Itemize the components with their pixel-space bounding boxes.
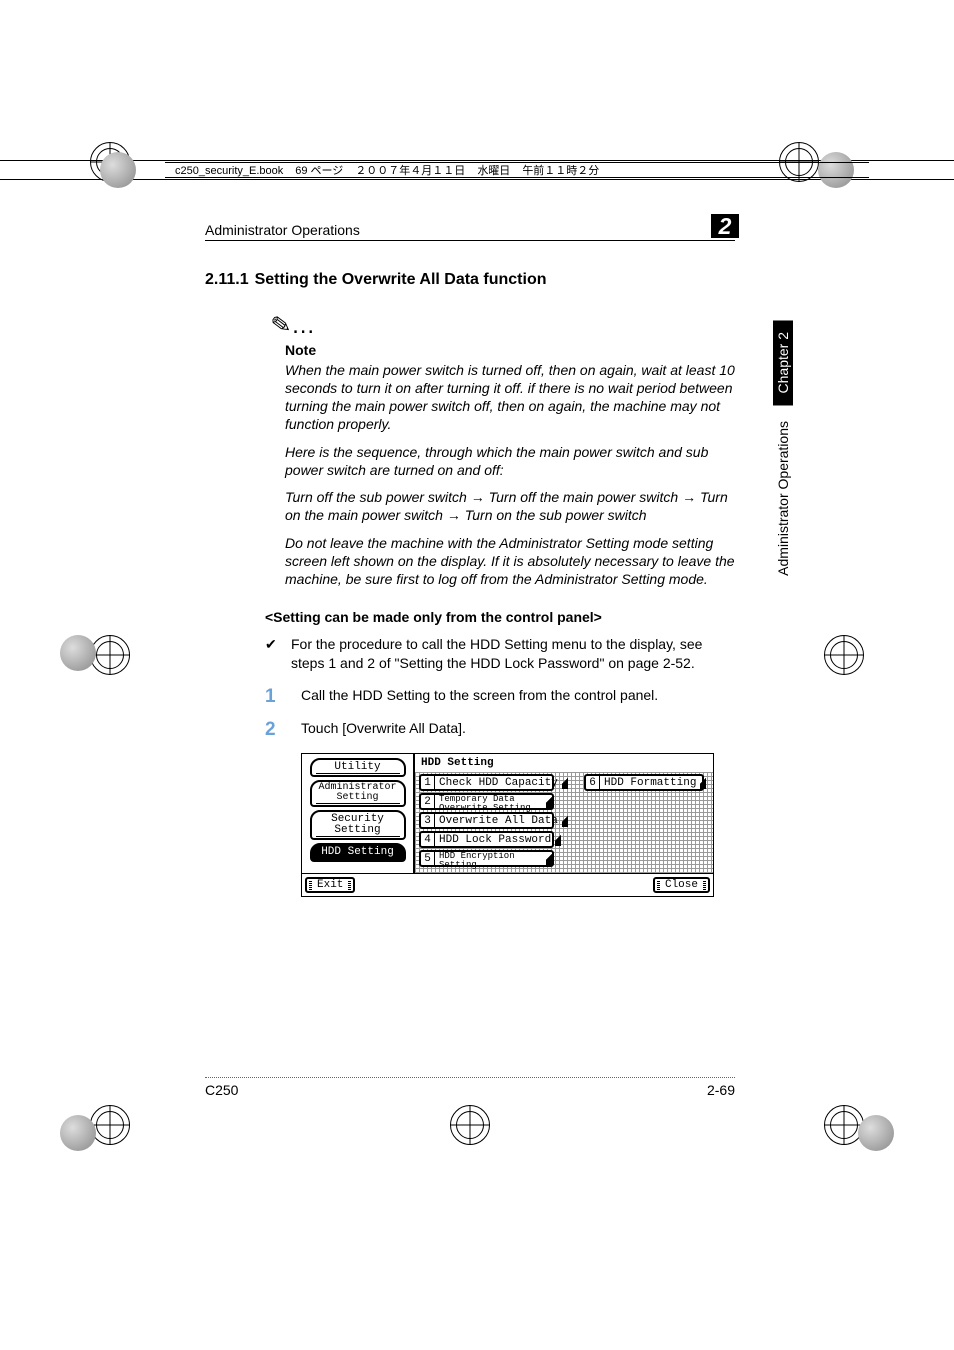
crop-page: 69 ページ [295, 163, 343, 177]
punch-hole [100, 152, 136, 188]
menu-overwrite-all-data[interactable]: 3Overwrite All Data [419, 812, 554, 829]
note-p1: When the main power switch is turned off… [285, 362, 735, 434]
crop-day: 水曜日 [477, 163, 510, 177]
page-footer: C250 2-69 [205, 1077, 735, 1098]
side-chapter: Chapter 2 [773, 320, 793, 405]
side-section: Administrator Operations [775, 411, 791, 586]
footer-page: 2-69 [707, 1082, 735, 1098]
heading-number: 2.11.1 [205, 271, 249, 288]
registration-mark [90, 1105, 130, 1145]
crop-time: 午前１１時２分 [522, 163, 599, 177]
note-block: ✎… Note When the main power switch is tu… [285, 311, 735, 589]
registration-mark [824, 635, 864, 675]
menu-temp-data-overwrite[interactable]: 2Temporary Data Overwrite Setting [419, 793, 554, 810]
prerequisite-bullet: ✔ For the procedure to call the HDD Sett… [265, 635, 735, 673]
panel-title: HDD Setting [415, 754, 713, 772]
registration-mark [824, 1105, 864, 1145]
running-head-chapter: 2 [711, 214, 739, 238]
exit-button[interactable]: Exit [305, 877, 355, 893]
note-p2: Here is the sequence, through which the … [285, 444, 735, 480]
crop-date: ２００７年４月１１日 [355, 163, 465, 177]
running-head: Administrator Operations 2 [205, 214, 735, 241]
crop-file: c250_security_E.book [175, 163, 283, 177]
menu-hdd-lock-password[interactable]: 4HDD Lock Password [419, 831, 554, 848]
checkmark-icon: ✔ [265, 635, 291, 673]
page-side-tab: Chapter 2 Administrator Operations [772, 320, 794, 586]
heading-title: Setting the Overwrite All Data function [255, 271, 547, 288]
punch-hole [858, 1115, 894, 1151]
crop-header: c250_security_E.book 69 ページ ２００７年４月１１日 水… [165, 162, 869, 178]
tab-security-setting[interactable]: Security Setting [310, 810, 406, 840]
punch-hole [60, 635, 96, 671]
subheading: <Setting can be made only from the contr… [265, 609, 735, 625]
step-2-text: Touch [Overwrite All Data]. [301, 720, 466, 736]
registration-mark [90, 635, 130, 675]
tab-utility[interactable]: Utility [310, 758, 406, 777]
control-panel-screenshot: Utility Administrator Setting Security S… [301, 753, 714, 897]
note-p4: Do not leave the machine with the Admini… [285, 535, 735, 589]
close-button[interactable]: Close [653, 877, 710, 893]
section-heading: 2.11.1 Setting the Overwrite All Data fun… [205, 271, 735, 289]
bullet-text: For the procedure to call the HDD Settin… [291, 635, 735, 673]
note-label: Note [285, 342, 735, 358]
menu-hdd-formatting[interactable]: 6HDD Formatting [584, 774, 704, 791]
step-2: 2 Touch [Overwrite All Data]. [265, 720, 735, 739]
step-1-text: Call the HDD Setting to the screen from … [301, 687, 658, 703]
menu-hdd-encryption[interactable]: 5HDD Encryption Setting [419, 850, 554, 867]
footer-model: C250 [205, 1082, 238, 1098]
running-head-title: Administrator Operations [205, 222, 360, 238]
tab-hdd-setting[interactable]: HDD Setting [310, 843, 406, 862]
step-number: 2 [265, 720, 301, 739]
punch-hole [60, 1115, 96, 1151]
tab-administrator-setting[interactable]: Administrator Setting [310, 780, 406, 807]
note-icon: ✎… [271, 311, 735, 340]
step-1: 1 Call the HDD Setting to the screen fro… [265, 687, 735, 706]
note-p3: Turn off the sub power switch → Turn off… [285, 489, 735, 525]
registration-mark [450, 1105, 490, 1145]
menu-check-hdd-capacity[interactable]: 1Check HDD Capacity [419, 774, 554, 791]
step-number: 1 [265, 687, 301, 706]
